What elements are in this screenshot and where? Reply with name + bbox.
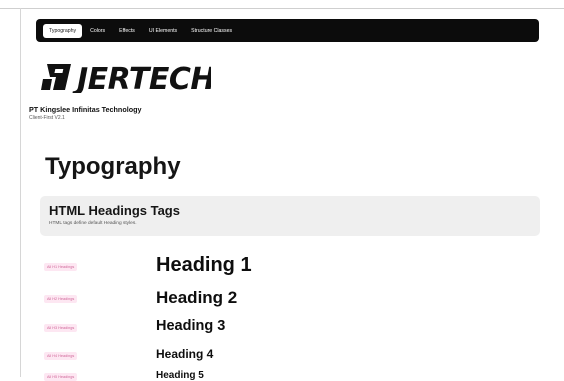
heading-4-sample: Heading 4	[156, 347, 214, 361]
tab-effects[interactable]: Effects	[113, 24, 141, 38]
version-label: Client-First V2.1	[29, 115, 65, 121]
jertech-logo: JERTECH	[41, 62, 211, 93]
heading-1-sample: Heading 1	[156, 254, 252, 276]
h2-class-tag: All H2 Headings	[44, 295, 78, 303]
heading-5-sample: Heading 5	[156, 370, 204, 381]
tab-typography[interactable]: Typography	[43, 23, 83, 38]
tab-ui-elements[interactable]: UI Elements	[143, 24, 183, 38]
tab-colors[interactable]: Colors	[84, 24, 111, 38]
h1-class-tag: All H1 Headings	[44, 263, 78, 271]
heading-2-sample: Heading 2	[156, 288, 238, 307]
heading-3-sample: Heading 3	[156, 318, 226, 334]
section-header-box: HTML Headings Tags HTML tags define defa…	[40, 196, 540, 236]
h4-class-tag: All H4 Headings	[44, 352, 78, 360]
company-name: PT Kingslee Infinitas Technology	[29, 105, 142, 114]
logo-mark-icon	[41, 64, 71, 90]
page-title: Typography	[45, 153, 181, 180]
tab-structure-classes[interactable]: Structure Classes	[185, 24, 238, 38]
section-description: HTML tags define default Heading styles.	[49, 221, 137, 226]
h3-class-tag: All H3 Headings	[44, 324, 78, 332]
h5-class-tag: All H5 Headings	[44, 373, 78, 381]
section-title: HTML Headings Tags	[49, 203, 180, 218]
logo-wordmark: JERTECH	[72, 62, 211, 93]
viewport-top-border	[0, 8, 564, 9]
style-guide-navbar: Typography Colors Effects UI Elements St…	[36, 19, 539, 42]
viewport-left-border	[20, 8, 21, 377]
